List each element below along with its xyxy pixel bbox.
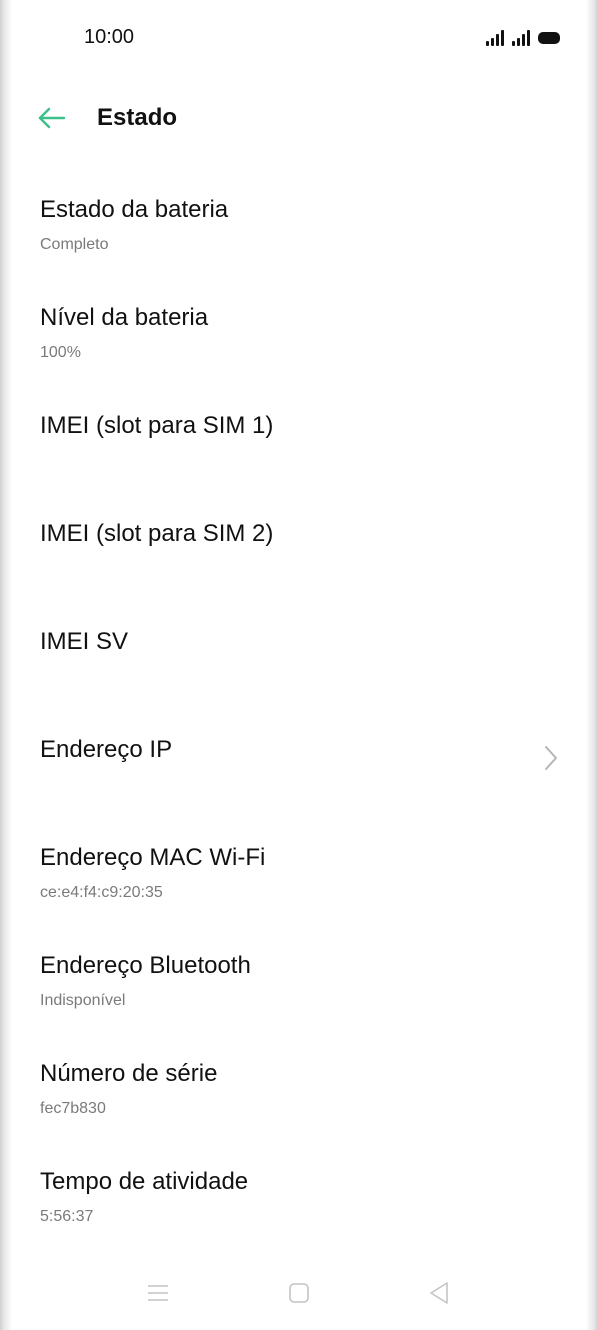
- signal-icon: [486, 30, 504, 46]
- navigation-bar: [0, 1268, 598, 1318]
- status-list: Estado da bateria Completo Nível da bate…: [0, 178, 598, 1258]
- list-item-wifi-mac[interactable]: Endereço MAC Wi-Fi ce:e4:f4:c9:20:35: [0, 826, 598, 934]
- item-title: IMEI SV: [40, 628, 129, 655]
- arrow-left-icon: [38, 107, 66, 129]
- item-title: IMEI (slot para SIM 2): [40, 520, 274, 547]
- item-value: Completo: [40, 236, 109, 253]
- menu-button[interactable]: [143, 1278, 173, 1308]
- list-item-imei-sim1[interactable]: IMEI (slot para SIM 1): [0, 394, 598, 502]
- nav-back-button[interactable]: [424, 1278, 454, 1308]
- list-item-imei-sim2[interactable]: IMEI (slot para SIM 2): [0, 502, 598, 610]
- item-title: IMEI (slot para SIM 1): [40, 412, 274, 439]
- battery-icon: [538, 32, 560, 44]
- item-title: Tempo de atividade: [40, 1168, 249, 1195]
- item-title: Endereço Bluetooth: [40, 952, 251, 979]
- status-bar: 10:00: [0, 0, 598, 76]
- list-item-ip-address[interactable]: Endereço IP: [0, 718, 598, 826]
- status-icons: [486, 26, 560, 46]
- status-time: 10:00: [84, 26, 135, 48]
- item-title: Número de série: [40, 1060, 218, 1087]
- item-value: 100%: [40, 344, 81, 361]
- back-button[interactable]: [36, 102, 68, 134]
- list-item-bluetooth-address[interactable]: Endereço Bluetooth Indisponível: [0, 934, 598, 1042]
- status-screen: 10:00 Estado Estado da bateria Completo …: [0, 0, 598, 1330]
- home-square-icon: [289, 1283, 309, 1303]
- back-triangle-icon: [430, 1282, 448, 1304]
- list-item-serial-number[interactable]: Número de série fec7b830: [0, 1042, 598, 1150]
- list-item-battery-level[interactable]: Nível da bateria 100%: [0, 286, 598, 394]
- chevron-right-icon: [545, 746, 557, 770]
- item-title: Endereço MAC Wi-Fi: [40, 844, 266, 871]
- page-title: Estado: [97, 104, 178, 131]
- item-value: 5:56:37: [40, 1208, 94, 1225]
- item-value: ce:e4:f4:c9:20:35: [40, 884, 163, 901]
- home-button[interactable]: [284, 1278, 314, 1308]
- signal-icon: [512, 30, 530, 46]
- list-item-battery-state[interactable]: Estado da bateria Completo: [0, 178, 598, 286]
- app-bar: Estado: [0, 96, 598, 142]
- item-title: Estado da bateria: [40, 196, 229, 223]
- list-item-uptime[interactable]: Tempo de atividade 5:56:37: [0, 1150, 598, 1258]
- list-item-imei-sv[interactable]: IMEI SV: [0, 610, 598, 718]
- item-value: fec7b830: [40, 1100, 106, 1117]
- item-title: Endereço IP: [40, 736, 173, 763]
- item-value: Indisponível: [40, 992, 126, 1009]
- menu-icon: [148, 1285, 168, 1301]
- item-title: Nível da bateria: [40, 304, 209, 331]
